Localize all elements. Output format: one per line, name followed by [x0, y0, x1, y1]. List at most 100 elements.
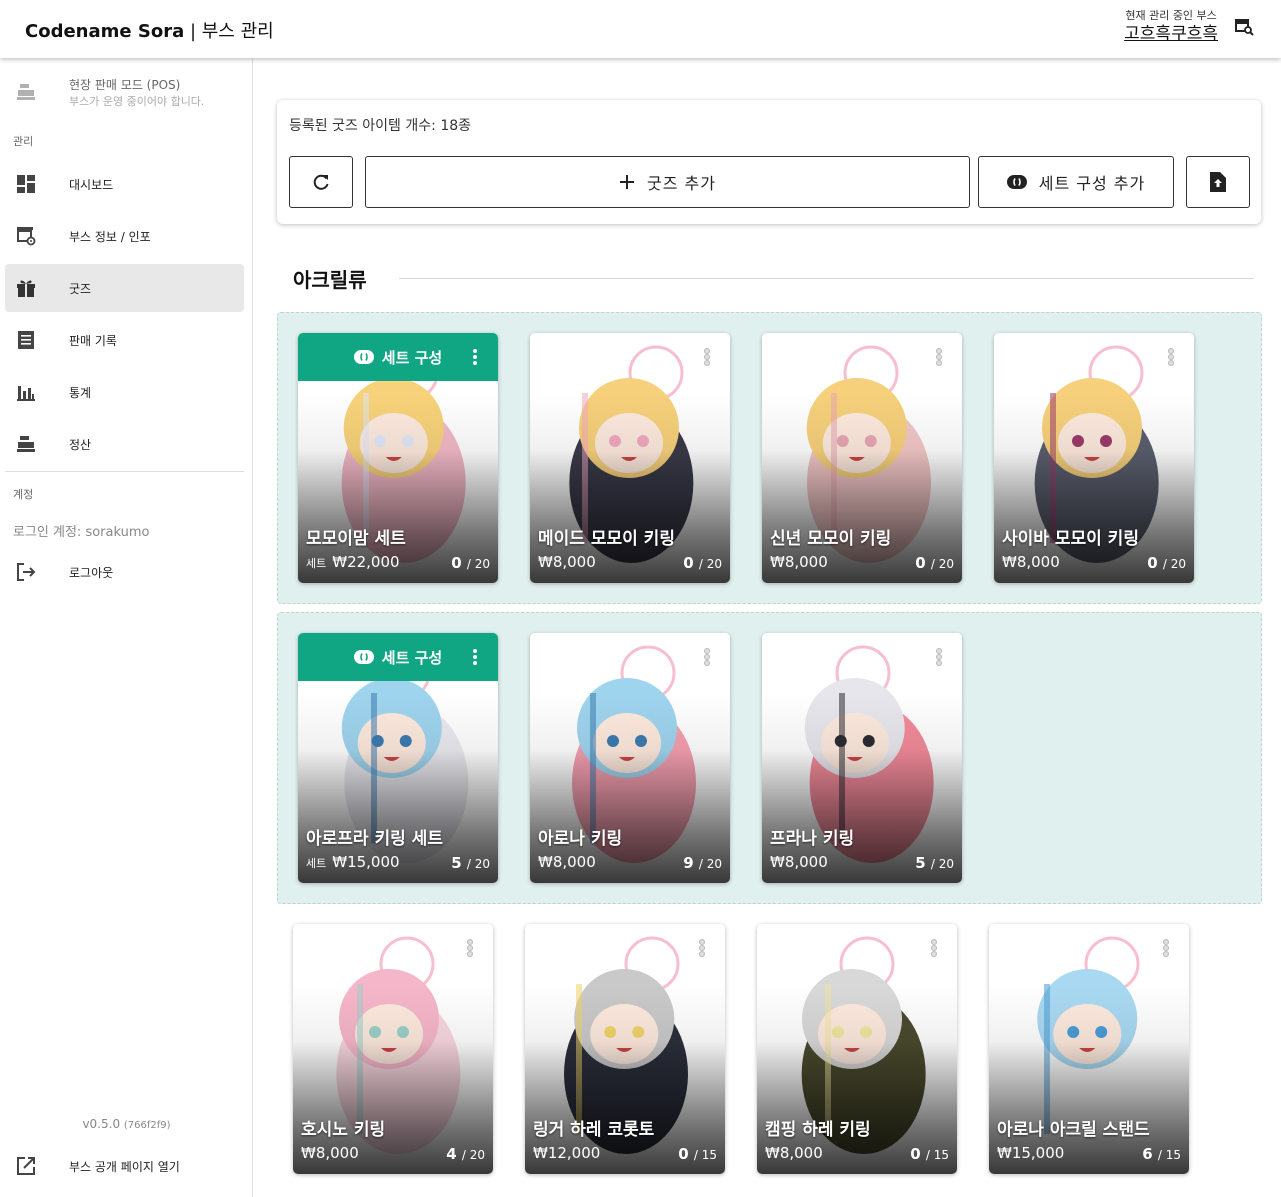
- top-app-bar: Codename Sora | 부스 관리 현재 관리 중인 부스 고흐흑쿠흐흑: [0, 0, 1281, 58]
- set-bundle-icon: [353, 350, 374, 364]
- stock-total: / 20: [1162, 557, 1186, 571]
- app-name: Codename Sora: [25, 21, 185, 42]
- sidebar-item-goods[interactable]: 굿즈: [5, 264, 244, 312]
- goods-stock: 0 / 20: [683, 554, 722, 572]
- category-title: 아크릴류: [293, 268, 367, 292]
- set-bar-label: 세트 구성: [381, 348, 443, 367]
- stock-sold: 0: [678, 1145, 689, 1163]
- stock-sold: 0: [683, 554, 694, 572]
- logout-button[interactable]: 로그아웃: [5, 548, 244, 596]
- goods-card[interactable]: 사이바 모모이 키링 ₩8,000 0 / 20: [994, 333, 1194, 583]
- stock-total: / 20: [466, 857, 490, 871]
- goods-price: ₩8,000: [538, 853, 596, 871]
- goods-stock: 0 / 20: [1147, 554, 1186, 572]
- goods-name: 호시노 키링: [301, 1120, 386, 1140]
- app-title: Codename Sora | 부스 관리: [25, 17, 274, 43]
- add-set-label: 세트 구성 추가: [1038, 174, 1146, 193]
- set-bar-label: 세트 구성: [381, 648, 443, 667]
- goods-name: 메이드 모모이 키링: [538, 529, 675, 549]
- goods-price: ₩8,000: [765, 1144, 823, 1162]
- more-vert-icon[interactable]: [932, 347, 946, 367]
- goods-price: ₩8,000: [1002, 553, 1060, 571]
- sidebar-item-stats[interactable]: 통계: [5, 368, 244, 416]
- booth-search-icon[interactable]: [1234, 18, 1254, 36]
- stock-total: / 15: [1157, 1148, 1181, 1162]
- more-vert-icon[interactable]: [700, 647, 714, 667]
- stock-total: / 15: [693, 1148, 717, 1162]
- goods-price: ₩12,000: [533, 1144, 601, 1162]
- goods-card[interactable]: 아로나 키링 ₩8,000 9 / 20: [530, 633, 730, 883]
- upload-file-button[interactable]: [1186, 156, 1250, 208]
- more-vert-icon[interactable]: [463, 938, 477, 958]
- goods-toolbar: 등록된 굿즈 아이템 개수: 18종 굿즈 추가 세트 구성 추가: [277, 100, 1261, 224]
- goods-card[interactable]: 아로나 아크릴 스탠드 ₩15,000 6 / 15: [989, 924, 1189, 1174]
- section-title: 부스 관리: [201, 21, 274, 42]
- more-vert-icon[interactable]: [700, 347, 714, 367]
- goods-stock: 0 / 15: [910, 1145, 949, 1163]
- goods-price-row: ₩8,000: [770, 553, 828, 571]
- goods-price-row: ₩15,000: [997, 1144, 1064, 1162]
- dashboard-icon: [17, 175, 35, 193]
- bar-chart-icon: [17, 386, 35, 401]
- goods-name: 아로프라 키링 세트: [306, 829, 443, 849]
- add-goods-button[interactable]: 굿즈 추가: [365, 156, 970, 208]
- more-vert-icon[interactable]: [1164, 347, 1178, 367]
- more-vert-icon[interactable]: [468, 347, 482, 367]
- goods-card[interactable]: 링거 하레 코롯토 ₩12,000 0 / 15: [525, 924, 725, 1174]
- goods-price-row: ₩8,000: [770, 853, 828, 871]
- logout-label: 로그아웃: [69, 566, 114, 580]
- category-divider: [399, 278, 1254, 279]
- sidebar-item-dashboard[interactable]: 대시보드: [5, 160, 244, 208]
- sidebar-item-booth-info[interactable]: 부스 정보 / 인포: [5, 212, 244, 260]
- goods-card[interactable]: 호시노 키링 ₩8,000 4 / 20: [293, 924, 493, 1174]
- plus-icon: [620, 175, 635, 189]
- goods-price-row: ₩12,000: [533, 1144, 600, 1162]
- more-vert-icon[interactable]: [927, 938, 941, 958]
- pos-subtitle: 부스가 운영 중이어야 합니다.: [69, 95, 205, 108]
- more-vert-icon[interactable]: [695, 938, 709, 958]
- goods-set-card[interactable]: 세트 구성 모모이맘 세트 세트 ₩22,000 0 / 20: [298, 333, 498, 583]
- current-booth-name[interactable]: 고흐흑쿠흐흑: [1124, 23, 1218, 45]
- sidebar-item-label: 통계: [69, 386, 92, 400]
- app-version: v0.5.0 (766f2f9): [0, 1117, 253, 1131]
- stock-sold: 0: [910, 1145, 921, 1163]
- goods-set-card[interactable]: 세트 구성 아로프라 키링 세트 세트 ₩15,000 5 / 20: [298, 633, 498, 883]
- goods-name: 아로나 아크릴 스탠드: [997, 1120, 1150, 1140]
- goods-price-row: ₩8,000: [301, 1144, 359, 1162]
- goods-card[interactable]: 프라나 키링 ₩8,000 5 / 20: [762, 633, 962, 883]
- gift-icon: [17, 280, 35, 297]
- sidebar: 현장 판매 모드 (POS) 부스가 운영 중이어야 합니다. 관리 대시보드 …: [0, 58, 253, 1197]
- set-bundle-icon: [353, 650, 374, 664]
- sidebar-item-label: 판매 기록: [69, 334, 117, 348]
- goods-stock: 5 / 20: [915, 854, 954, 872]
- goods-card[interactable]: 캠핑 하레 키링 ₩8,000 0 / 15: [757, 924, 957, 1174]
- goods-stock: 9 / 20: [683, 854, 722, 872]
- goods-price: ₩8,000: [770, 853, 828, 871]
- stock-sold: 6: [1142, 1145, 1153, 1163]
- goods-card[interactable]: 메이드 모모이 키링 ₩8,000 0 / 20: [530, 333, 730, 583]
- goods-price-row: ₩8,000: [1002, 553, 1060, 571]
- refresh-icon: [313, 174, 329, 190]
- stock-total: / 15: [925, 1148, 949, 1162]
- stock-total: / 20: [698, 557, 722, 571]
- goods-name: 사이바 모모이 키링: [1002, 529, 1139, 549]
- sidebar-item-pos[interactable]: 현장 판매 모드 (POS) 부스가 운영 중이어야 합니다.: [0, 76, 253, 116]
- goods-price-row: 세트 ₩15,000: [306, 853, 400, 871]
- register-icon: [17, 84, 35, 100]
- more-vert-icon[interactable]: [468, 647, 482, 667]
- open-public-page-link[interactable]: 부스 공개 페이지 열기: [5, 1142, 244, 1190]
- goods-price: ₩22,000: [332, 553, 400, 571]
- goods-stock: 6 / 15: [1142, 1145, 1181, 1163]
- goods-name: 링거 하레 코롯토: [533, 1120, 655, 1140]
- sidebar-item-settlement[interactable]: 정산: [5, 420, 244, 468]
- add-set-button[interactable]: 세트 구성 추가: [978, 156, 1174, 208]
- open-public-page-label: 부스 공개 페이지 열기: [69, 1160, 180, 1174]
- stock-total: / 20: [466, 557, 490, 571]
- goods-price: ₩8,000: [538, 553, 596, 571]
- goods-card[interactable]: 신년 모모이 키링 ₩8,000 0 / 20: [762, 333, 962, 583]
- refresh-button[interactable]: [289, 156, 353, 208]
- more-vert-icon[interactable]: [932, 647, 946, 667]
- more-vert-icon[interactable]: [1159, 938, 1173, 958]
- sidebar-item-sales-log[interactable]: 판매 기록: [5, 316, 244, 364]
- goods-name: 아로나 키링: [538, 829, 623, 849]
